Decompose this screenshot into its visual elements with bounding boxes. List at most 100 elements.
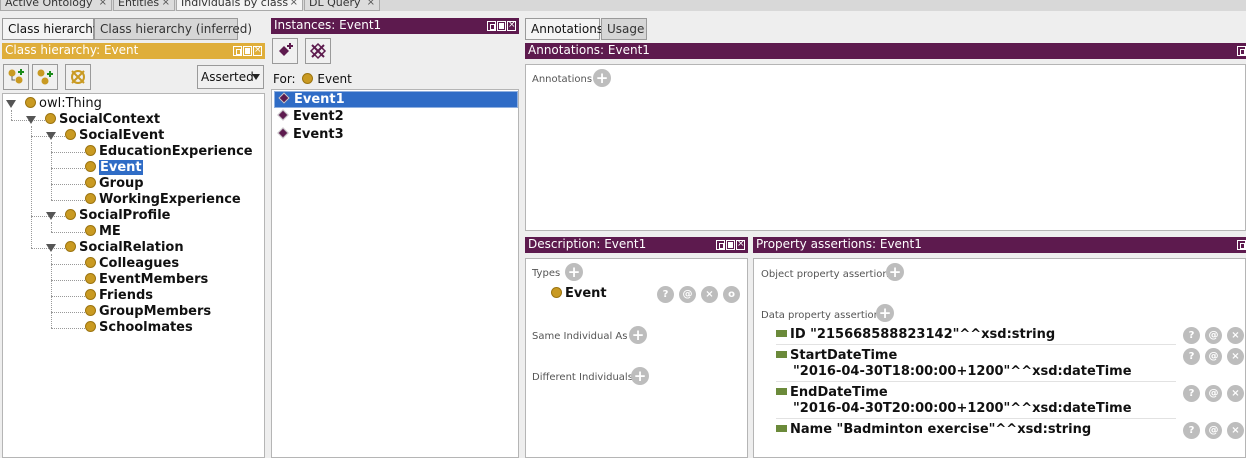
collapse-toggle-icon[interactable] — [46, 132, 56, 140]
annotate-button[interactable]: @ — [1205, 327, 1222, 344]
add-data-property-button[interactable]: + — [876, 304, 894, 322]
add-object-property-button[interactable]: + — [886, 263, 904, 281]
annotate-button[interactable]: @ — [679, 286, 696, 303]
tree-node-social-event[interactable]: SocialEvent — [65, 128, 164, 144]
tab-individuals-by-class[interactable]: Individuals by class × — [176, 0, 303, 11]
class-icon — [85, 305, 96, 316]
annotate-button[interactable]: @ — [1205, 385, 1222, 402]
annotate-button[interactable]: @ — [1205, 348, 1222, 365]
tree-node-label: SocialProfile — [79, 208, 171, 223]
help-button[interactable]: ? — [1183, 327, 1200, 344]
property-name: EndDateTime — [790, 385, 888, 400]
maximize-icon[interactable] — [726, 240, 735, 250]
delete-button[interactable]: × — [701, 286, 718, 303]
tree-node-social-context[interactable]: SocialContext — [45, 112, 160, 128]
tree-node-label-selected: Event — [99, 160, 143, 175]
tab-label: Individuals by class — [181, 0, 289, 9]
tree-node-social-profile[interactable]: SocialProfile — [65, 208, 170, 224]
float-icon[interactable] — [1237, 46, 1246, 56]
annotations-titlebar: Annotations: Event1 — [525, 43, 1246, 59]
close-icon[interactable] — [507, 19, 516, 31]
window-controls — [233, 44, 262, 56]
float-icon[interactable] — [1237, 240, 1246, 250]
close-icon[interactable] — [736, 238, 745, 250]
tab-usage[interactable]: Usage — [601, 18, 647, 40]
add-same-individual-button[interactable]: + — [629, 326, 647, 344]
delete-button[interactable]: × — [1227, 348, 1244, 365]
float-icon[interactable] — [487, 21, 496, 31]
close-icon[interactable]: × — [162, 0, 170, 10]
edit-button[interactable]: o — [723, 286, 740, 303]
hierarchy-mode-dropdown[interactable]: Asserted — [197, 65, 264, 89]
close-icon[interactable]: × — [99, 0, 107, 10]
tab-label: Annotations — [531, 22, 604, 36]
tree-node-me[interactable]: ME — [85, 224, 121, 240]
delete-button[interactable]: × — [1227, 422, 1244, 439]
tab-class-hierarchy[interactable]: Class hierarchy — [2, 18, 100, 40]
help-button[interactable]: ? — [1183, 422, 1200, 439]
panel-title: Class hierarchy: Event — [5, 43, 139, 57]
tree-node-label: EducationExperience — [99, 144, 253, 159]
add-subclass-button[interactable] — [3, 64, 29, 90]
tree-node-event-members[interactable]: EventMembers — [85, 272, 208, 288]
close-icon[interactable]: × — [290, 0, 298, 10]
help-button[interactable]: ? — [1183, 385, 1200, 402]
add-type-button[interactable]: + — [565, 263, 583, 281]
data-property-row[interactable]: EndDateTime "2016-04-30T20:00:00+1200"^^x… — [776, 385, 1132, 417]
tree-node-working-experience[interactable]: WorkingExperience — [85, 192, 241, 208]
tree-node-schoolmates[interactable]: Schoolmates — [85, 320, 193, 336]
delete-class-button[interactable] — [65, 64, 91, 90]
delete-individual-button[interactable] — [305, 38, 331, 64]
tree-node-group-members[interactable]: GroupMembers — [85, 304, 211, 320]
delete-button[interactable]: × — [1227, 327, 1244, 344]
tree-node-owl-thing[interactable]: owl:Thing — [25, 96, 102, 112]
add-individual-button[interactable] — [272, 38, 298, 64]
maximize-icon[interactable] — [497, 21, 506, 31]
tab-entities[interactable]: Entities × — [113, 0, 175, 11]
for-class-name: Event — [317, 72, 352, 86]
tree-node-label: Schoolmates — [99, 320, 193, 335]
float-icon[interactable] — [716, 240, 725, 250]
tree-node-label: WorkingExperience — [99, 192, 241, 207]
maximize-icon[interactable] — [243, 46, 252, 56]
class-icon — [85, 161, 96, 172]
tree-node-education-experience[interactable]: EducationExperience — [85, 144, 253, 160]
tree-node-group[interactable]: Group — [85, 176, 144, 192]
help-button[interactable]: ? — [1183, 348, 1200, 365]
data-property-row[interactable]: StartDateTime "2016-04-30T18:00:00+1200"^… — [776, 348, 1132, 380]
tab-class-hierarchy-inferred[interactable]: Class hierarchy (inferred) — [94, 18, 252, 40]
collapse-toggle-icon[interactable] — [26, 116, 36, 124]
tree-node-social-relation[interactable]: SocialRelation — [65, 240, 184, 256]
class-icon — [65, 241, 76, 252]
tree-node-friends[interactable]: Friends — [85, 288, 153, 304]
data-property-row[interactable]: ID "215668588823142"^^xsd:string — [776, 327, 1055, 343]
close-icon[interactable] — [253, 44, 262, 56]
class-icon — [25, 97, 36, 108]
tree-node-event[interactable]: Event — [85, 160, 143, 176]
panel-title: Description: Event1 — [528, 237, 647, 251]
tab-active-ontology[interactable]: Active Ontology × — [0, 0, 112, 11]
tab-dl-query[interactable]: DL Query × — [304, 0, 380, 11]
class-icon — [85, 177, 96, 188]
individual-icon — [277, 127, 289, 139]
collapse-toggle-icon[interactable] — [6, 100, 16, 108]
add-annotation-button[interactable]: + — [593, 69, 611, 87]
collapse-toggle-icon[interactable] — [46, 212, 56, 220]
list-item-event1[interactable]: Event1 — [274, 91, 518, 108]
add-sibling-button[interactable] — [32, 64, 58, 90]
list-item-event2[interactable]: Event2 — [274, 109, 518, 126]
collapse-toggle-icon[interactable] — [46, 244, 56, 252]
data-property-row[interactable]: Name "Badminton exercise"^^xsd:string — [776, 422, 1091, 438]
annotate-button[interactable]: @ — [1205, 422, 1222, 439]
tab-annotations[interactable]: Annotations — [525, 18, 604, 40]
tree-node-colleagues[interactable]: Colleagues — [85, 256, 179, 272]
type-item-event[interactable]: Event — [551, 286, 607, 301]
float-icon[interactable] — [233, 46, 242, 56]
type-label: Event — [565, 286, 607, 301]
help-button[interactable]: ? — [657, 286, 674, 303]
class-icon — [45, 113, 56, 124]
delete-button[interactable]: × — [1227, 385, 1244, 402]
add-different-individual-button[interactable]: + — [631, 367, 649, 385]
list-item-event3[interactable]: Event3 — [274, 127, 518, 144]
close-icon[interactable]: × — [367, 0, 375, 10]
